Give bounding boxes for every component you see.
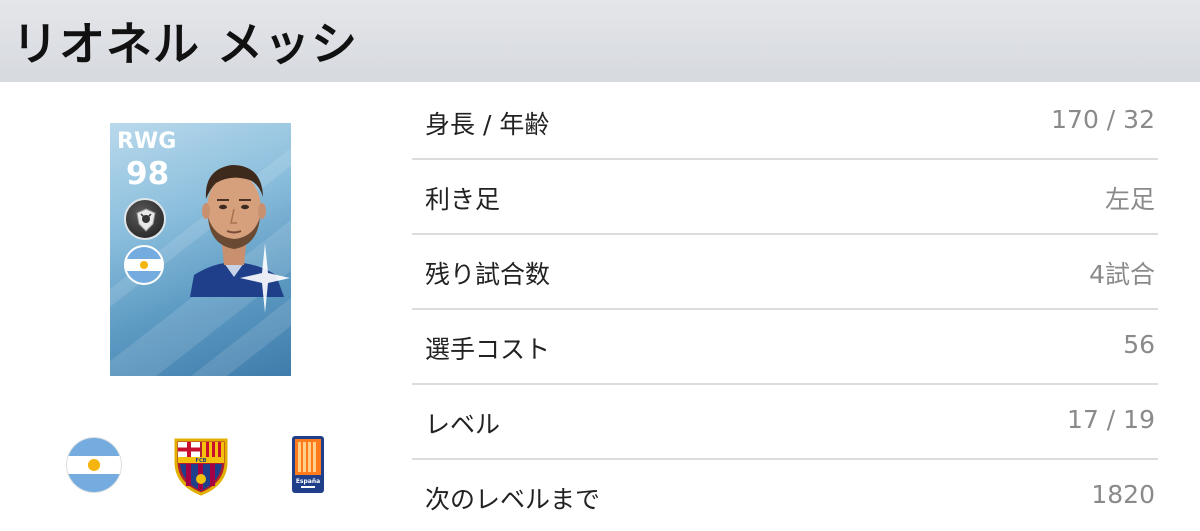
detail-value: 左足 [1104,185,1155,214]
player-detail-list: 身長 / 年齢 170 / 32 利き足 左足 残り試合数 4試合 選手コスト … [412,85,1158,531]
detail-label: 身長 / 年齢 [425,110,550,139]
club-crest-icon[interactable]: FCB [172,436,230,496]
sparkle-icon [240,243,290,313]
detail-label: 利き足 [425,185,501,214]
card-flag-icon [124,245,164,285]
card-rating: 98 [126,156,170,192]
player-card[interactable]: RWG 98 [110,123,291,376]
detail-label: 選手コスト [425,335,551,364]
detail-label: 次のレベルまで [425,485,601,514]
detail-row-remaining-matches: 残り試合数 4試合 [412,235,1158,310]
detail-row-level: レベル 17 / 19 [412,385,1158,460]
detail-value: 17 / 19 [1067,405,1155,434]
detail-label: レベル [425,410,501,439]
detail-row-cost: 選手コスト 56 [412,310,1158,385]
svg-text:FCB: FCB [196,458,207,464]
detail-row-height-age: 身長 / 年齢 170 / 32 [412,85,1158,160]
detail-label: 残り試合数 [425,260,551,289]
player-name: リオネル メッシ [12,17,359,71]
detail-row-next-level: 次のレベルまで 1820 [412,460,1158,531]
detail-value: 1820 [1091,480,1155,509]
detail-value: 56 [1123,330,1155,359]
nationality-flag-icon[interactable] [67,438,121,492]
detail-row-foot: 利き足 左足 [412,160,1158,235]
detail-value: 170 / 32 [1051,105,1155,134]
title-bar: リオネル メッシ [0,0,1200,82]
league-badge-text: España [296,478,320,485]
league-badge-icon[interactable]: España [292,436,324,493]
player-skill-badge-icon [124,198,166,240]
card-position: RWG [117,129,177,154]
detail-value: 4試合 [1089,260,1155,289]
